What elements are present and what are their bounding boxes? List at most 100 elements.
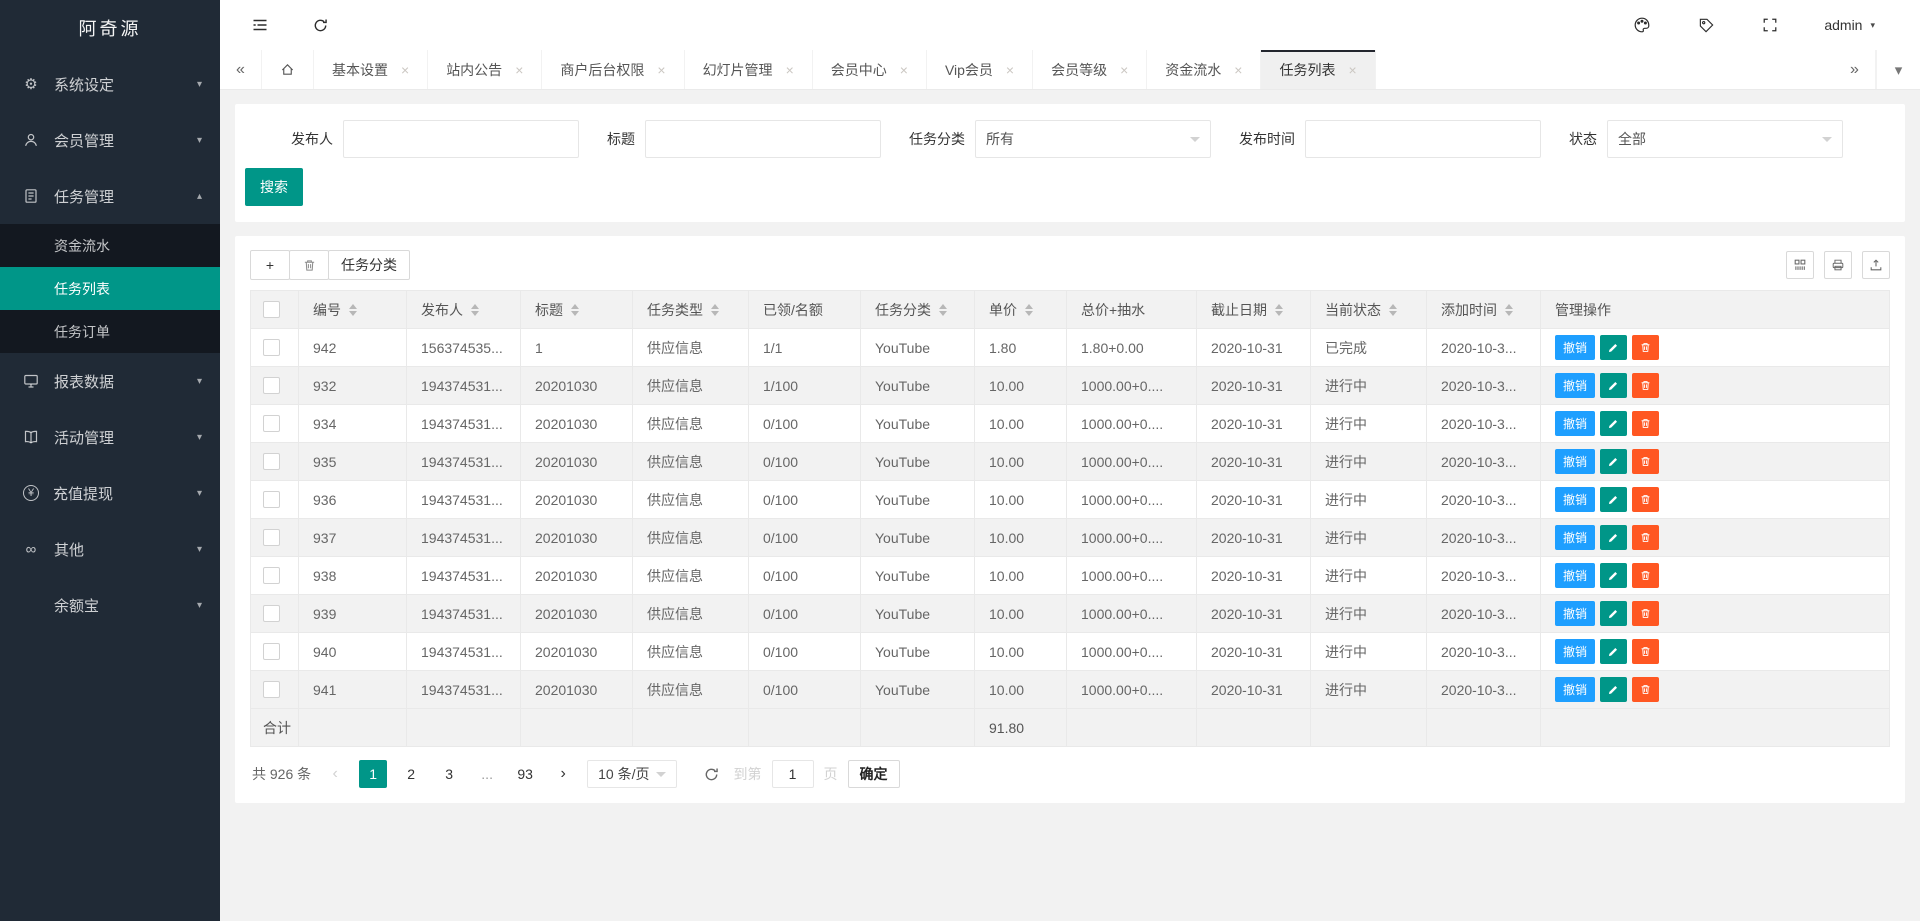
tab-item[interactable]: 商户后台权限 ×: [542, 50, 684, 89]
sort-icons[interactable]: [349, 304, 357, 316]
edit-button[interactable]: [1600, 487, 1627, 512]
delete-button[interactable]: [1632, 525, 1659, 550]
tabs-scroll-left-icon[interactable]: «: [220, 50, 262, 89]
page-number-2[interactable]: 2: [397, 760, 425, 788]
sidebar-item-task-management[interactable]: 任务管理 ▴: [0, 168, 220, 224]
tabs-more-icon[interactable]: ▾: [1876, 50, 1920, 89]
row-checkbox[interactable]: [263, 377, 280, 394]
page-number-93[interactable]: 93: [511, 760, 539, 788]
user-menu[interactable]: admin ▾: [1824, 17, 1875, 33]
select-all-checkbox[interactable]: [263, 301, 280, 318]
tab-close-icon[interactable]: ×: [1234, 63, 1242, 77]
sidebar-item-other[interactable]: ∞ 其他 ▾: [0, 521, 220, 577]
edit-button[interactable]: [1600, 335, 1627, 360]
tab-close-icon[interactable]: ×: [1006, 63, 1014, 77]
sort-icons[interactable]: [1505, 304, 1513, 316]
next-page-icon[interactable]: ›: [549, 760, 577, 788]
tab-close-icon[interactable]: ×: [900, 63, 908, 77]
tab-close-icon[interactable]: ×: [515, 63, 523, 77]
revoke-button[interactable]: 撤销: [1555, 639, 1595, 664]
sort-icons[interactable]: [1275, 304, 1283, 316]
tab-item[interactable]: 站内公告 ×: [428, 50, 542, 89]
export-icon[interactable]: [1862, 251, 1890, 279]
row-checkbox[interactable]: [263, 453, 280, 470]
print-icon[interactable]: [1824, 251, 1852, 279]
revoke-button[interactable]: 撤销: [1555, 411, 1595, 436]
publisher-input[interactable]: [343, 120, 579, 158]
row-checkbox[interactable]: [263, 339, 280, 356]
sidebar-item-report-data[interactable]: 报表数据 ▾: [0, 353, 220, 409]
tab-close-icon[interactable]: ×: [786, 63, 794, 77]
prev-page-icon[interactable]: ‹: [321, 760, 349, 788]
title-input[interactable]: [645, 120, 881, 158]
sort-icons[interactable]: [711, 304, 719, 316]
row-checkbox[interactable]: [263, 681, 280, 698]
row-checkbox[interactable]: [263, 567, 280, 584]
delete-button[interactable]: [1632, 601, 1659, 626]
menu-toggle-icon[interactable]: [250, 15, 270, 35]
revoke-button[interactable]: 撤销: [1555, 677, 1595, 702]
tab-close-icon[interactable]: ×: [1120, 63, 1128, 77]
tab-close-icon[interactable]: ×: [401, 63, 409, 77]
page-number-3[interactable]: 3: [435, 760, 463, 788]
pagination-refresh-icon[interactable]: [703, 766, 720, 783]
tab-item[interactable]: 资金流水 ×: [1147, 50, 1261, 89]
delete-button[interactable]: [1632, 639, 1659, 664]
theme-palette-icon[interactable]: [1632, 15, 1652, 35]
page-number-1[interactable]: 1: [359, 760, 387, 788]
tab-close-icon[interactable]: ×: [1348, 63, 1356, 77]
tab-item[interactable]: 幻灯片管理 ×: [685, 50, 813, 89]
delete-selected-button[interactable]: [289, 250, 329, 280]
task-category-button[interactable]: 任务分类: [328, 250, 410, 280]
sidebar-item-yuebao[interactable]: 余额宝 ▾: [0, 577, 220, 633]
sidebar-item-recharge-withdraw[interactable]: ¥ 充值提现 ▾: [0, 465, 220, 521]
delete-button[interactable]: [1632, 373, 1659, 398]
row-checkbox[interactable]: [263, 643, 280, 660]
status-select[interactable]: 全部: [1607, 120, 1843, 158]
tab-item[interactable]: 会员等级 ×: [1033, 50, 1147, 89]
delete-button[interactable]: [1632, 487, 1659, 512]
add-button[interactable]: +: [250, 250, 290, 280]
confirm-button[interactable]: 确定: [848, 760, 900, 788]
edit-button[interactable]: [1600, 601, 1627, 626]
tab-close-icon[interactable]: ×: [657, 63, 665, 77]
revoke-button[interactable]: 撤销: [1555, 373, 1595, 398]
tag-icon[interactable]: [1696, 15, 1716, 35]
sidebar-item-system-settings[interactable]: ⚙ 系统设定 ▾: [0, 56, 220, 112]
sidebar-item-task-list[interactable]: 任务列表: [0, 267, 220, 310]
refresh-icon[interactable]: [310, 15, 330, 35]
sort-icons[interactable]: [939, 304, 947, 316]
edit-button[interactable]: [1600, 449, 1627, 474]
sort-icons[interactable]: [1389, 304, 1397, 316]
row-checkbox[interactable]: [263, 529, 280, 546]
delete-button[interactable]: [1632, 677, 1659, 702]
tab-item[interactable]: 任务列表 ×: [1261, 50, 1375, 89]
goto-page-input[interactable]: [772, 760, 814, 788]
tab-item[interactable]: 基本设置 ×: [314, 50, 428, 89]
sidebar-item-member-management[interactable]: 会员管理 ▾: [0, 112, 220, 168]
row-checkbox[interactable]: [263, 605, 280, 622]
revoke-button[interactable]: 撤销: [1555, 335, 1595, 360]
tab-item[interactable]: 会员中心 ×: [813, 50, 927, 89]
delete-button[interactable]: [1632, 411, 1659, 436]
tabs-scroll-right-icon[interactable]: »: [1834, 50, 1876, 89]
edit-button[interactable]: [1600, 677, 1627, 702]
sidebar-item-funds-flow[interactable]: 资金流水: [0, 224, 220, 267]
columns-filter-icon[interactable]: [1786, 251, 1814, 279]
revoke-button[interactable]: 撤销: [1555, 563, 1595, 588]
edit-button[interactable]: [1600, 411, 1627, 436]
tab-item[interactable]: Vip会员 ×: [927, 50, 1033, 89]
page-size-select[interactable]: 10 条/页: [587, 760, 676, 788]
edit-button[interactable]: [1600, 563, 1627, 588]
row-checkbox[interactable]: [263, 415, 280, 432]
sort-icons[interactable]: [1025, 304, 1033, 316]
publish-time-input[interactable]: [1305, 120, 1541, 158]
edit-button[interactable]: [1600, 525, 1627, 550]
home-tab[interactable]: [262, 50, 314, 89]
sidebar-item-activity-management[interactable]: 活动管理 ▾: [0, 409, 220, 465]
sidebar-item-task-orders[interactable]: 任务订单: [0, 310, 220, 353]
delete-button[interactable]: [1632, 335, 1659, 360]
category-select[interactable]: 所有: [975, 120, 1211, 158]
sort-icons[interactable]: [571, 304, 579, 316]
fullscreen-icon[interactable]: [1760, 15, 1780, 35]
